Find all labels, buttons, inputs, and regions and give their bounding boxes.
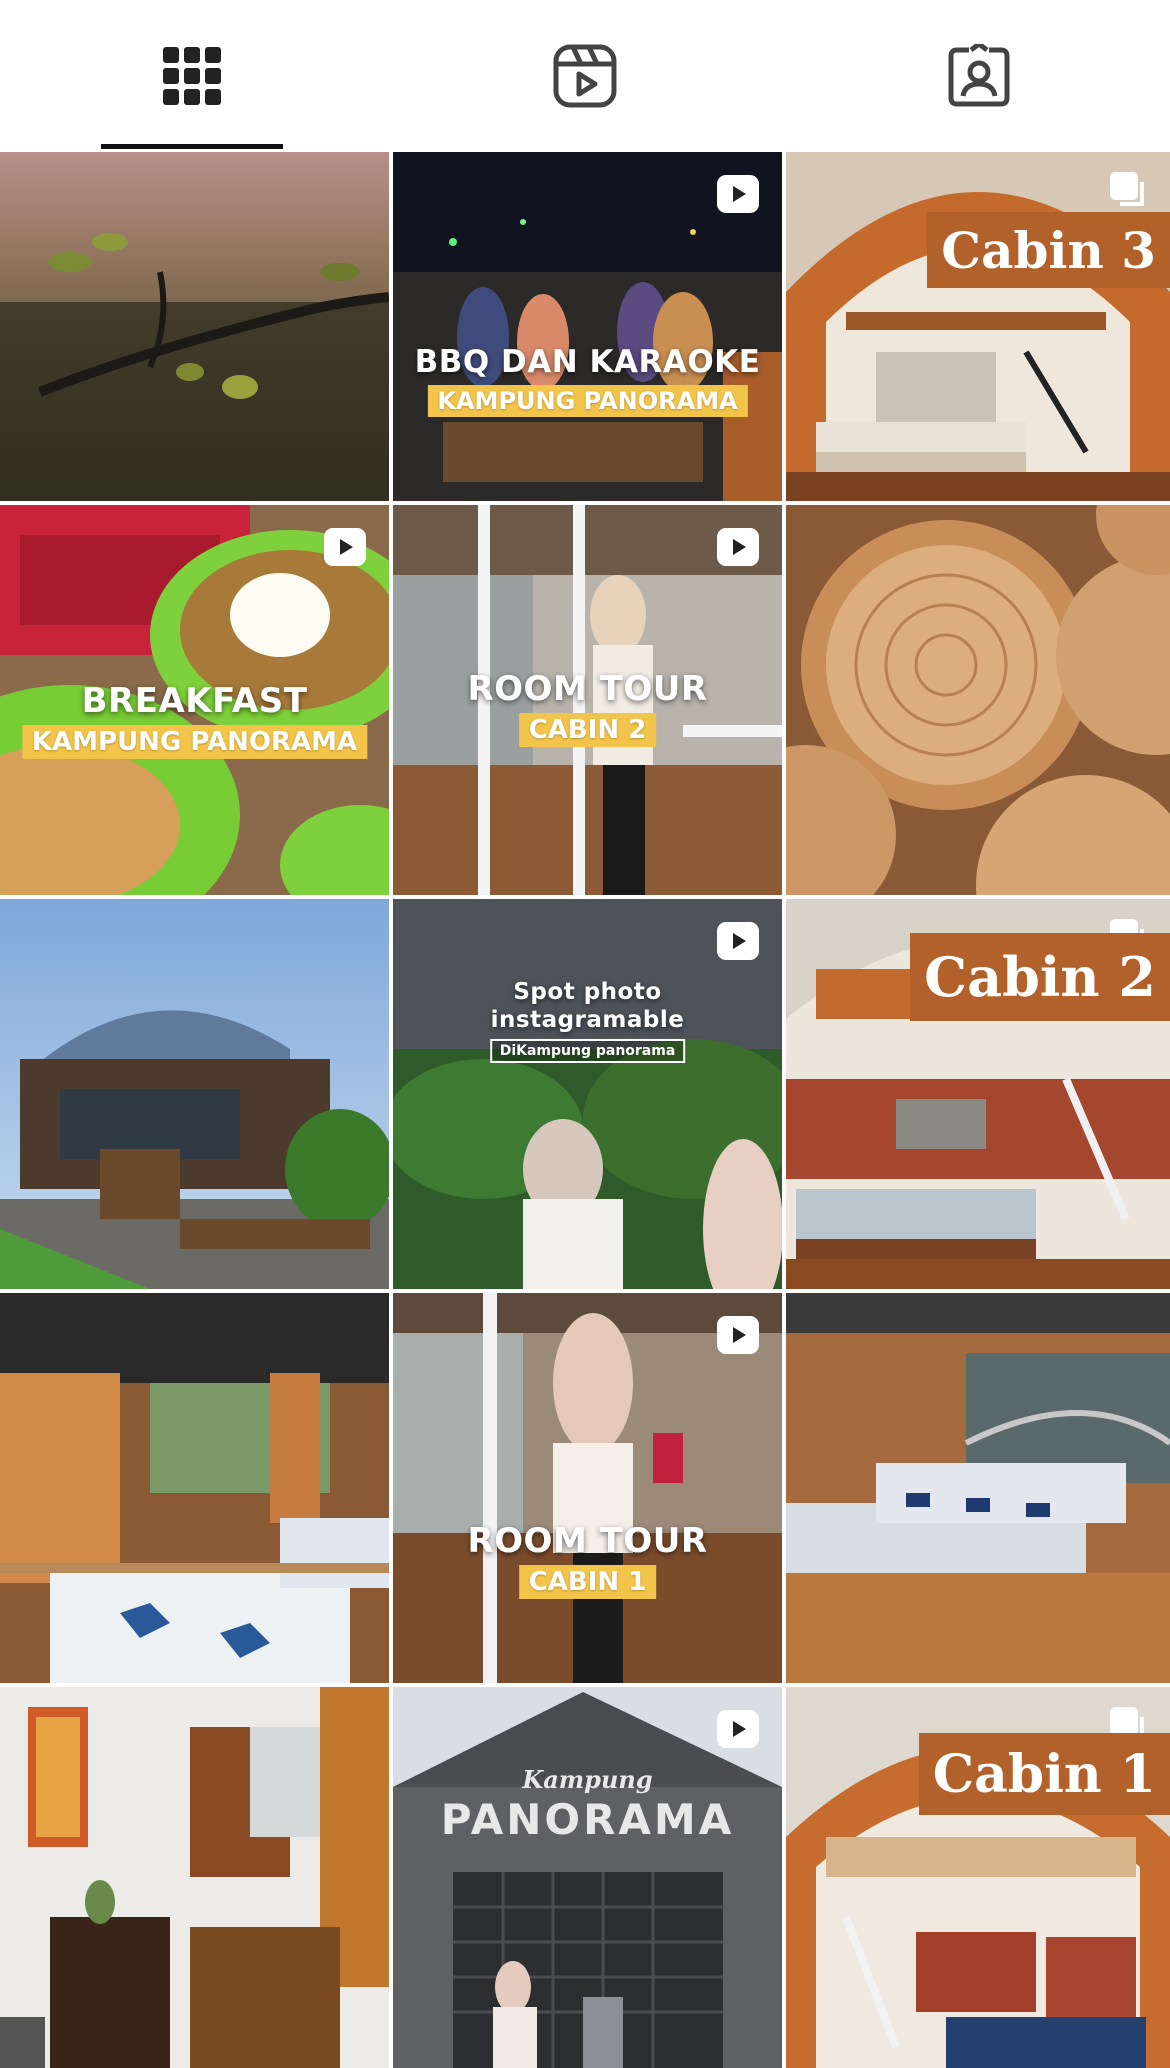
post-caption: BREAKFAST xyxy=(81,681,308,721)
post-caption-line-1: Spot photo xyxy=(513,979,662,1005)
post-caption-line-2: instagramable xyxy=(490,1007,685,1033)
post-tile-4[interactable]: BREAKFAST KAMPUNG PANORAMA xyxy=(0,505,389,895)
reel-badge-icon xyxy=(717,922,759,960)
carousel-badge-icon xyxy=(1110,172,1144,206)
cabin-label: Cabin 2 xyxy=(910,933,1170,1021)
post-tile-13[interactable] xyxy=(0,1687,389,2068)
post-caption-tag: KAMPUNG PANORAMA xyxy=(21,725,368,759)
post-image xyxy=(786,505,1170,895)
post-caption-tag: DiKampung panorama xyxy=(489,1039,686,1063)
post-tile-12[interactable] xyxy=(786,1293,1170,1683)
post-caption-tag: CABIN 2 xyxy=(518,713,657,747)
post-tile-14[interactable]: Kampung PANORAMA xyxy=(393,1687,782,2068)
post-caption: ROOM TOUR xyxy=(467,669,708,709)
reel-badge-icon xyxy=(717,1710,759,1748)
post-tile-6[interactable] xyxy=(786,505,1170,895)
post-tile-10[interactable] xyxy=(0,1293,389,1683)
post-tile-7[interactable] xyxy=(0,899,389,1289)
post-image xyxy=(0,899,389,1289)
post-image xyxy=(0,1687,389,2068)
post-tile-1[interactable] xyxy=(0,152,389,501)
reels-icon xyxy=(553,44,617,108)
post-caption-tag: KAMPUNG PANORAMA xyxy=(427,385,748,417)
post-tile-9[interactable]: Cabin 2 xyxy=(786,899,1170,1289)
grid-icon xyxy=(163,47,221,105)
post-caption: ROOM TOUR xyxy=(467,1521,708,1561)
tab-tagged[interactable] xyxy=(888,0,1070,152)
tab-reels[interactable] xyxy=(494,0,676,152)
sign-text-main: PANORAMA xyxy=(440,1795,735,1844)
post-tile-11[interactable]: ROOM TOUR CABIN 1 xyxy=(393,1293,782,1683)
cabin-label: Cabin 1 xyxy=(918,1733,1170,1815)
reel-badge-icon xyxy=(717,1316,759,1354)
post-caption-tag: CABIN 1 xyxy=(518,1565,657,1599)
tab-posts-grid[interactable] xyxy=(101,0,283,152)
post-image xyxy=(0,152,389,501)
post-tile-3[interactable]: Cabin 3 xyxy=(786,152,1170,501)
active-tab-indicator xyxy=(101,144,283,149)
post-tile-5[interactable]: ROOM TOUR CABIN 2 xyxy=(393,505,782,895)
post-image xyxy=(786,1293,1170,1683)
sign-text-top: Kampung xyxy=(522,1765,653,1794)
post-image xyxy=(0,1293,389,1683)
posts-grid: BBQ DAN KARAOKE KAMPUNG PANORAMA Cabin 3 xyxy=(0,152,1170,2068)
post-caption: BBQ DAN KARAOKE xyxy=(414,344,761,380)
reel-badge-icon xyxy=(324,528,366,566)
post-tile-8[interactable]: Spot photo instagramable DiKampung panor… xyxy=(393,899,782,1289)
cabin-label: Cabin 3 xyxy=(927,212,1170,288)
post-tile-15[interactable]: Cabin 1 xyxy=(786,1687,1170,2068)
profile-tab-bar xyxy=(0,0,1170,152)
reel-badge-icon xyxy=(717,175,759,213)
tagged-icon xyxy=(948,44,1010,107)
reel-badge-icon xyxy=(717,528,759,566)
post-tile-2[interactable]: BBQ DAN KARAOKE KAMPUNG PANORAMA xyxy=(393,152,782,501)
